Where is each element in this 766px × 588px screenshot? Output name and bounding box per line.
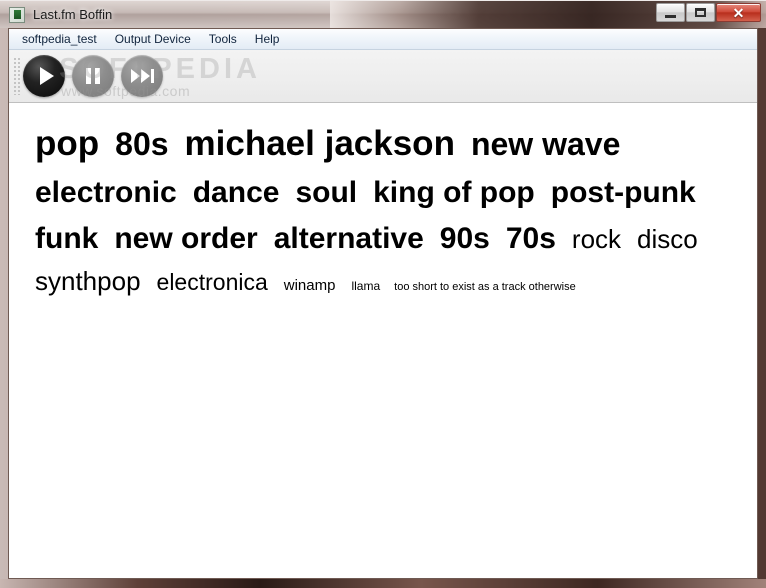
tag-item[interactable]: king of pop xyxy=(373,173,535,213)
tag-cloud: pop 80s michael jackson new wave electro… xyxy=(9,103,757,578)
next-track-button[interactable] xyxy=(121,55,163,97)
player-toolbar: SOFTPEDIA www.softpedia.com xyxy=(9,50,757,103)
pause-icon xyxy=(86,68,100,84)
tag-item[interactable]: pop xyxy=(35,121,99,167)
minimize-icon xyxy=(665,14,676,18)
menu-help[interactable]: Help xyxy=(246,30,289,49)
softpedia-watermark-toolbar: SOFTPEDIA www.softpedia.com xyxy=(21,52,351,100)
tag-row: synthpop electronica winamp llama too sh… xyxy=(35,264,731,298)
tag-item[interactable]: 70s xyxy=(506,219,556,259)
menu-softpedia-test[interactable]: softpedia_test xyxy=(13,30,106,49)
client-area: softpedia_test Output Device Tools Help xyxy=(8,28,758,579)
pause-button[interactable] xyxy=(72,55,114,97)
tag-item[interactable]: rock xyxy=(572,222,621,256)
title-bar[interactable]: Last.fm Boffin ✕ xyxy=(0,0,766,28)
menu-tools[interactable]: Tools xyxy=(200,30,246,49)
tag-item[interactable]: funk xyxy=(35,219,98,259)
next-track-icon xyxy=(130,69,154,83)
tag-item[interactable]: alternative xyxy=(274,219,424,259)
tag-item[interactable]: new order xyxy=(114,219,257,259)
tag-row: electronic dance soul king of pop post-p… xyxy=(35,173,731,213)
tag-item[interactable]: too short to exist as a track otherwise xyxy=(394,280,576,295)
maximize-button[interactable] xyxy=(686,3,715,22)
tag-item[interactable]: electronica xyxy=(157,267,268,297)
toolbar-grip-handle[interactable] xyxy=(13,57,20,95)
tag-row: pop 80s michael jackson new wave xyxy=(35,121,731,167)
close-icon: ✕ xyxy=(732,4,745,21)
menu-bar: softpedia_test Output Device Tools Help xyxy=(9,29,757,50)
tag-item[interactable]: electronic xyxy=(35,173,177,213)
close-button[interactable]: ✕ xyxy=(716,3,761,22)
play-button[interactable] xyxy=(23,55,65,97)
tag-item[interactable]: new wave xyxy=(471,123,620,165)
app-icon xyxy=(9,6,25,23)
minimize-button[interactable] xyxy=(656,3,685,22)
tag-item[interactable]: llama xyxy=(351,279,380,295)
tag-item[interactable]: soul xyxy=(295,173,357,213)
tag-item[interactable]: winamp xyxy=(284,276,336,296)
window-frame: softpedia_test Output Device Tools Help xyxy=(0,28,766,588)
tag-item[interactable]: disco xyxy=(637,222,698,256)
menu-output-device[interactable]: Output Device xyxy=(106,30,200,49)
maximize-icon xyxy=(695,8,706,17)
tag-item[interactable]: synthpop xyxy=(35,264,141,298)
play-icon xyxy=(39,67,54,85)
tag-row: funk new order alternative 90s 70s rock … xyxy=(35,219,731,259)
tag-item[interactable]: dance xyxy=(193,173,280,213)
tag-item[interactable]: 90s xyxy=(440,219,490,259)
tag-item[interactable]: 80s xyxy=(115,123,168,165)
tag-item[interactable]: post-punk xyxy=(551,173,696,213)
tag-item[interactable]: michael jackson xyxy=(185,121,455,167)
application-window: Last.fm Boffin ✕ softpedia_test Output D… xyxy=(0,0,766,588)
window-controls: ✕ xyxy=(655,3,761,25)
window-title: Last.fm Boffin xyxy=(33,7,113,22)
